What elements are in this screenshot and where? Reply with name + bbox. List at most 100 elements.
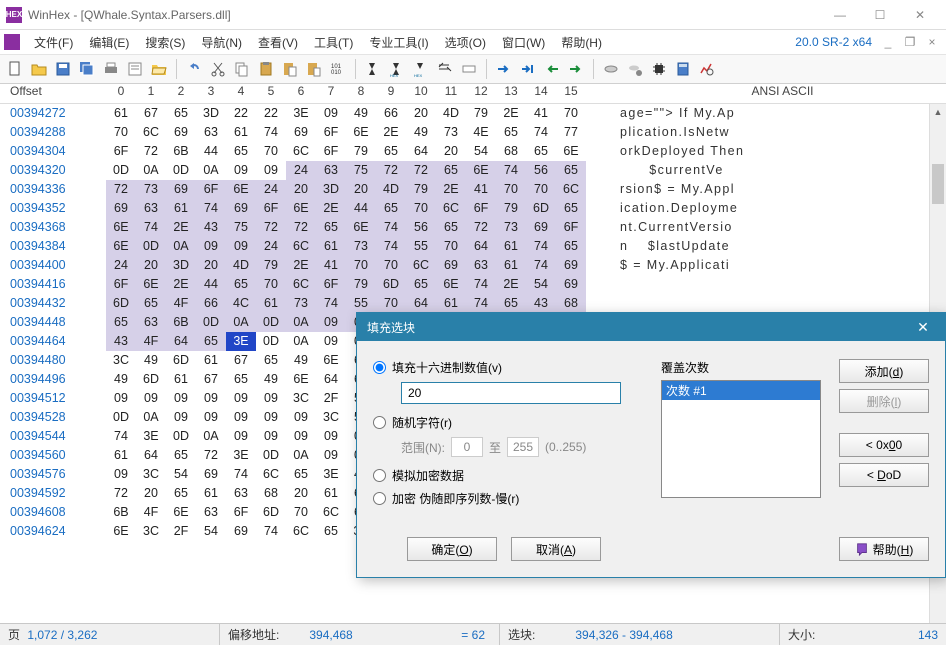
hex-byte[interactable]: 6F <box>106 275 136 294</box>
hex-byte[interactable]: 73 <box>286 294 316 313</box>
hex-byte[interactable]: 65 <box>316 522 346 541</box>
hex-byte[interactable]: 4F <box>136 503 166 522</box>
hex-byte[interactable]: 49 <box>106 370 136 389</box>
hex-byte[interactable]: 74 <box>526 256 556 275</box>
hex-byte[interactable]: 6F <box>316 142 346 161</box>
hex-byte[interactable]: 65 <box>166 104 196 123</box>
hex-byte[interactable]: 20 <box>286 180 316 199</box>
ascii-cell[interactable]: orkDeployed Then <box>596 142 744 161</box>
add-pass-button[interactable]: 添加(d) <box>839 359 929 383</box>
hex-byte[interactable]: 09 <box>316 332 346 351</box>
hex-byte[interactable]: 61 <box>496 256 526 275</box>
hex-byte[interactable]: 69 <box>526 218 556 237</box>
hex-byte[interactable]: 4F <box>136 332 166 351</box>
hex-byte[interactable]: 2E <box>496 275 526 294</box>
hex-byte[interactable]: 4D <box>376 180 406 199</box>
hex-byte[interactable]: 0D <box>256 332 286 351</box>
hex-byte[interactable]: 09 <box>316 104 346 123</box>
ascii-cell[interactable]: ication.Deployme <box>596 199 738 218</box>
hex-byte[interactable]: 2E <box>376 123 406 142</box>
hex-byte[interactable]: 4C <box>226 294 256 313</box>
hex-byte[interactable]: 70 <box>436 237 466 256</box>
hex-byte[interactable]: 6C <box>316 503 346 522</box>
hex-byte[interactable]: 6E <box>466 161 496 180</box>
hex-byte[interactable]: 79 <box>406 180 436 199</box>
hex-byte[interactable]: 70 <box>346 256 376 275</box>
menu-view[interactable]: 查看(V) <box>250 32 306 53</box>
hex-byte[interactable]: 41 <box>466 180 496 199</box>
hex-byte[interactable]: 2F <box>166 522 196 541</box>
hex-byte[interactable]: 69 <box>286 123 316 142</box>
hex-byte[interactable]: 61 <box>196 351 226 370</box>
hex-byte[interactable]: 65 <box>406 275 436 294</box>
hex-row[interactable]: 0039440024203D204D792E4170706C6963617469… <box>0 256 946 275</box>
hex-byte[interactable]: 74 <box>376 237 406 256</box>
hex-byte[interactable]: 20 <box>136 484 166 503</box>
radio-fill-hex-input[interactable] <box>373 361 386 374</box>
hex-byte[interactable]: 6C <box>286 142 316 161</box>
hex-byte[interactable]: 74 <box>526 123 556 142</box>
hex-byte[interactable]: 74 <box>496 161 526 180</box>
hex-byte[interactable]: 63 <box>136 199 166 218</box>
hex-byte[interactable]: 69 <box>106 199 136 218</box>
hex-byte[interactable]: 65 <box>136 294 166 313</box>
folder-icon[interactable] <box>148 58 170 80</box>
hex-byte[interactable]: 70 <box>556 104 586 123</box>
hex-byte[interactable]: 44 <box>196 142 226 161</box>
hex-byte[interactable]: 64 <box>316 370 346 389</box>
hex-byte[interactable]: 6C <box>436 199 466 218</box>
dialog-close-icon[interactable]: ✕ <box>911 319 935 336</box>
hex-byte[interactable]: 66 <box>376 104 406 123</box>
hex-byte[interactable]: 72 <box>406 161 436 180</box>
hex-byte[interactable]: 0D <box>106 408 136 427</box>
hex-byte[interactable]: 3E <box>226 332 256 351</box>
hex-byte[interactable]: 0D <box>136 237 166 256</box>
hex-byte[interactable]: 74 <box>196 199 226 218</box>
hex-byte[interactable]: 61 <box>166 370 196 389</box>
menu-nav[interactable]: 导航(N) <box>193 32 250 53</box>
mdi-restore-icon[interactable]: ❐ <box>900 34 920 50</box>
hex-byte[interactable]: 73 <box>136 180 166 199</box>
hex-byte[interactable]: 6F <box>256 199 286 218</box>
hex-byte[interactable]: 2E <box>166 275 196 294</box>
hex-byte[interactable]: 79 <box>346 142 376 161</box>
hex-byte[interactable]: 69 <box>436 256 466 275</box>
hex-byte[interactable]: 3D <box>196 104 226 123</box>
hex-byte[interactable]: 65 <box>226 142 256 161</box>
hex-byte[interactable]: 6C <box>286 275 316 294</box>
hex-byte[interactable]: 24 <box>256 237 286 256</box>
paste-new-icon[interactable] <box>303 58 325 80</box>
hex-byte[interactable]: 6E <box>286 199 316 218</box>
hex-byte[interactable]: 64 <box>406 142 436 161</box>
hex-byte[interactable]: 4E <box>466 123 496 142</box>
hex-byte[interactable]: 4D <box>226 256 256 275</box>
hex-byte[interactable]: 6F <box>466 199 496 218</box>
hex-byte[interactable]: 61 <box>316 484 346 503</box>
hex-byte[interactable]: 6D <box>166 351 196 370</box>
find-hex-icon[interactable]: HEX <box>386 58 408 80</box>
hex-byte[interactable]: 74 <box>226 465 256 484</box>
hex-byte[interactable]: 09 <box>106 465 136 484</box>
goto-icon[interactable] <box>458 58 480 80</box>
hex-byte[interactable]: 61 <box>316 237 346 256</box>
hex-row[interactable]: 003942726167653D22223E094966204D792E4170… <box>0 104 946 123</box>
hex-byte[interactable]: 09 <box>256 427 286 446</box>
hex-byte[interactable]: 3C <box>106 351 136 370</box>
hex-byte[interactable]: 54 <box>196 522 226 541</box>
mdi-close-icon[interactable]: × <box>922 34 942 50</box>
hex-byte[interactable]: 09 <box>286 408 316 427</box>
hex-byte[interactable]: 6E <box>226 180 256 199</box>
hex-byte[interactable]: 09 <box>256 389 286 408</box>
hex-byte[interactable]: 44 <box>346 199 376 218</box>
hex-byte[interactable]: 09 <box>226 161 256 180</box>
hex-byte[interactable]: 72 <box>466 218 496 237</box>
hex-byte[interactable]: 6F <box>316 275 346 294</box>
hex-byte[interactable]: 20 <box>406 104 436 123</box>
minimize-button[interactable]: — <box>820 1 860 29</box>
hex-byte[interactable]: 20 <box>346 180 376 199</box>
help-button[interactable]: 帮助(H) <box>839 537 929 561</box>
disk-gear-icon[interactable] <box>624 58 646 80</box>
hex-byte[interactable]: 6F <box>226 503 256 522</box>
hex-byte[interactable]: 74 <box>376 218 406 237</box>
hex-byte[interactable]: 63 <box>196 503 226 522</box>
